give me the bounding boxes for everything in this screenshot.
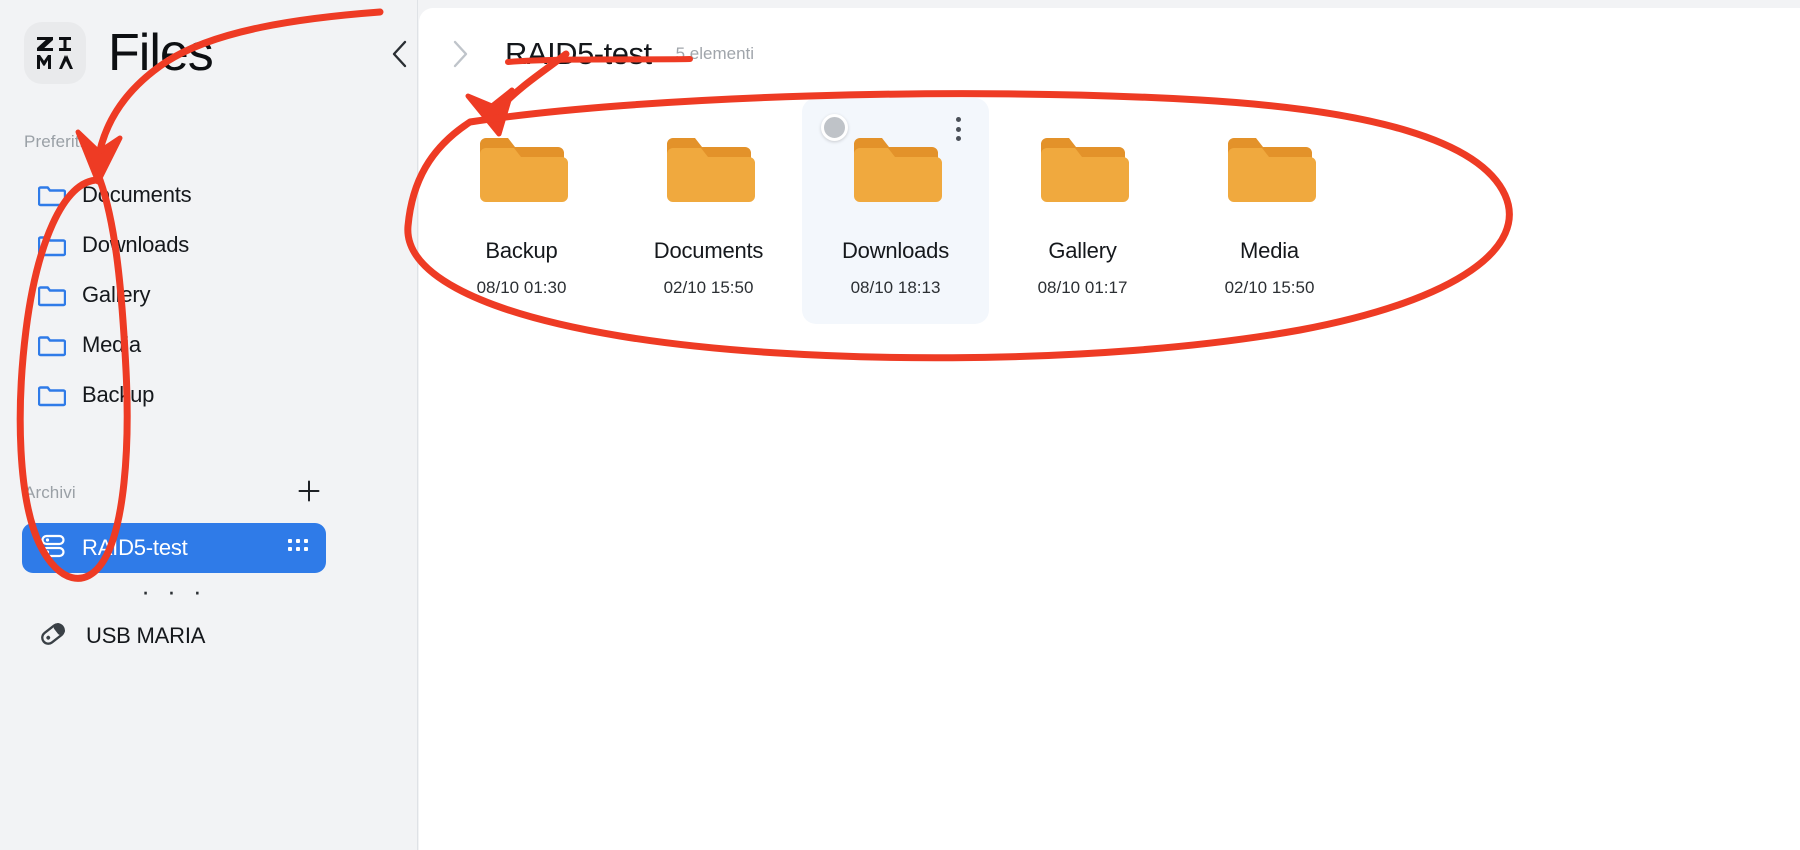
folder-card-documents[interactable]: Documents 02/10 15:50 bbox=[615, 98, 802, 324]
back-button[interactable] bbox=[377, 31, 423, 77]
sidebar-item-downloads[interactable]: Downloads bbox=[0, 220, 418, 270]
sidebar-item-documents[interactable]: Documents bbox=[0, 170, 418, 220]
sidebar-item-gallery[interactable]: Gallery bbox=[0, 270, 418, 320]
sidebar-item-label: RAID5-test bbox=[82, 535, 188, 560]
sidebar-item-label: Backup bbox=[82, 382, 155, 407]
folder-icon bbox=[476, 134, 568, 208]
folder-icon bbox=[1037, 134, 1129, 208]
folder-date: 08/10 01:30 bbox=[476, 278, 567, 297]
page-title: RAID5-test bbox=[505, 36, 652, 71]
more-vertical-icon[interactable] bbox=[947, 115, 969, 143]
sidebar-item-backup[interactable]: Backup bbox=[0, 370, 418, 420]
sidebar-item-label: Documents bbox=[82, 182, 192, 207]
selection-circle[interactable] bbox=[821, 114, 848, 141]
sidebar: Files Preferiti Documents Downloads Gall… bbox=[0, 0, 418, 850]
folder-name: Media bbox=[1240, 238, 1299, 263]
zima-logo-glyph bbox=[37, 37, 73, 69]
sidebar-item-usb-maria[interactable]: USB MARIA bbox=[22, 612, 326, 660]
breadcrumb: RAID5-test 5 elementi bbox=[392, 26, 755, 82]
folder-card-backup[interactable]: Backup 08/10 01:30 bbox=[428, 98, 615, 324]
zima-logo[interactable] bbox=[24, 22, 86, 84]
folder-icon bbox=[1224, 134, 1316, 208]
folder-icon bbox=[663, 134, 755, 208]
more-archives-indicator[interactable]: · · · bbox=[0, 578, 348, 604]
item-count: 5 elementi bbox=[675, 44, 755, 63]
forward-button[interactable] bbox=[437, 31, 483, 77]
chevron-right-icon bbox=[453, 40, 468, 68]
folder-icon bbox=[37, 282, 67, 308]
storage-stack-icon bbox=[40, 533, 66, 564]
folder-icon bbox=[850, 134, 942, 208]
chevron-left-icon bbox=[392, 40, 407, 68]
folder-date: 02/10 15:50 bbox=[663, 278, 754, 297]
folder-card-gallery[interactable]: Gallery 08/10 01:17 bbox=[989, 98, 1176, 324]
folder-date: 02/10 15:50 bbox=[1224, 278, 1315, 297]
folder-grid: Backup 08/10 01:30 Documents 02/10 15:50 bbox=[428, 98, 1363, 324]
add-archive-button[interactable] bbox=[296, 478, 322, 504]
grid-apps-icon[interactable] bbox=[287, 535, 309, 562]
plus-icon bbox=[298, 480, 320, 502]
sidebar-item-label: USB MARIA bbox=[86, 623, 206, 648]
folder-card-media[interactable]: Media 02/10 15:50 bbox=[1176, 98, 1363, 324]
favorites-list: Documents Downloads Gallery Media Backup bbox=[0, 170, 418, 420]
folder-card-downloads[interactable]: Downloads 08/10 18:13 bbox=[802, 98, 989, 324]
main-content: RAID5-test 5 elementi Backup 08/10 01:30 bbox=[392, 8, 1800, 850]
sidebar-item-label: Gallery bbox=[82, 282, 151, 307]
section-header-favorites: Preferiti bbox=[24, 132, 84, 151]
usb-drive-icon bbox=[38, 620, 68, 653]
brand-row: Files bbox=[24, 22, 214, 84]
files-app-window: Files Preferiti Documents Downloads Gall… bbox=[0, 0, 1800, 850]
folder-name: Downloads bbox=[841, 238, 950, 263]
folder-name: Documents bbox=[653, 238, 764, 263]
folder-icon bbox=[37, 332, 67, 358]
folder-date: 08/10 18:13 bbox=[850, 278, 941, 297]
folder-icon bbox=[37, 182, 67, 208]
folder-name: Gallery bbox=[1048, 238, 1117, 263]
folder-name: Backup bbox=[485, 238, 558, 263]
folder-date: 08/10 01:17 bbox=[1037, 278, 1128, 297]
folder-icon bbox=[37, 382, 67, 408]
sidebar-item-media[interactable]: Media bbox=[0, 320, 418, 370]
sidebar-item-raid5-test[interactable]: RAID5-test bbox=[22, 523, 326, 573]
section-header-archives: Archivi bbox=[24, 483, 76, 502]
app-title: Files bbox=[108, 24, 214, 82]
folder-icon bbox=[37, 232, 67, 258]
sidebar-item-label: Downloads bbox=[82, 232, 190, 257]
sidebar-item-label: Media bbox=[82, 332, 141, 357]
